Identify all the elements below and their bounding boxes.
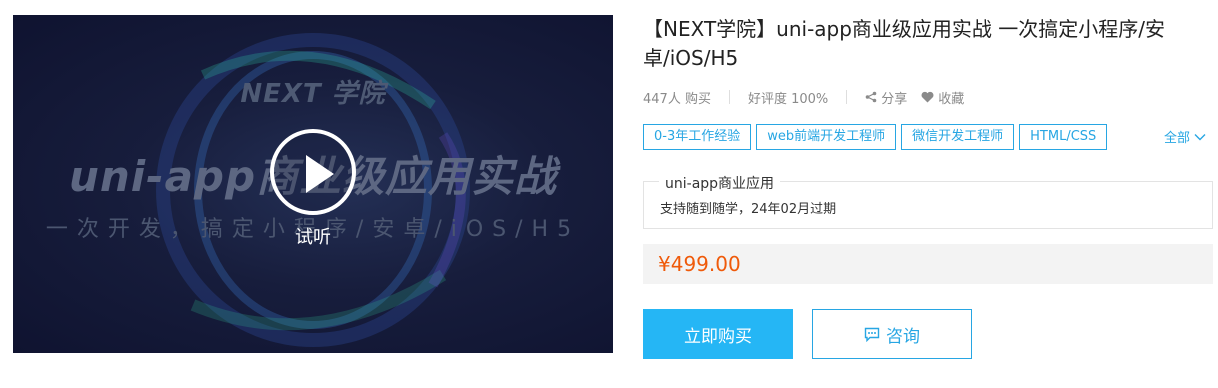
tag-list: 0-3年工作经验 web前端开发工程师 微信开发工程师 HTML/CSS	[643, 124, 1112, 151]
tag-web-frontend[interactable]: web前端开发工程师	[756, 124, 897, 150]
all-tags-label: 全部	[1164, 131, 1191, 146]
chevron-down-icon	[1194, 133, 1206, 140]
package-name: uni-app商业应用	[659, 173, 781, 193]
cover-brand: NEXT 学院	[240, 79, 386, 109]
rating: 好评度 100%	[747, 91, 829, 107]
consult-label: 咨询	[886, 326, 920, 347]
all-tags-toggle[interactable]: 全部	[1164, 127, 1206, 146]
course-title: 【NEXT学院】uni-app商业级应用实战 一次搞定小程序/安卓/iOS/H5	[643, 17, 1166, 70]
price-bar: ¥499.00	[643, 244, 1213, 284]
heart-icon	[921, 91, 934, 103]
play-icon	[306, 155, 334, 193]
price: ¥499.00	[658, 252, 741, 276]
meta-divider	[846, 90, 848, 104]
package-description: 支持随到随学，24年02月过期	[660, 202, 837, 217]
tag-experience[interactable]: 0-3年工作经验	[643, 124, 752, 150]
favorite-button[interactable]: 收藏	[921, 88, 964, 107]
course-video-cover[interactable]: NEXT 学院 uni-app商业级应用实战 一次开发，搞定小程序/安卓/iOS…	[13, 15, 613, 353]
share-icon	[865, 91, 877, 103]
tag-wechat-dev[interactable]: 微信开发工程师	[901, 124, 1015, 150]
tag-html-css[interactable]: HTML/CSS	[1019, 124, 1108, 150]
share-button[interactable]: 分享	[865, 88, 907, 107]
meta-divider	[728, 90, 730, 104]
favorite-label: 收藏	[938, 91, 965, 107]
play-button[interactable]	[270, 129, 356, 215]
consult-button[interactable]: 咨询	[812, 309, 972, 359]
course-meta: 447人 购买 好评度 100% 分享 收藏	[643, 87, 1203, 107]
package-option[interactable]: uni-app商业应用 支持随到随学，24年02月过期	[643, 173, 1213, 229]
buyer-count: 447人 购买	[643, 91, 711, 107]
buy-now-button[interactable]: 立即购买	[643, 309, 793, 359]
trial-label[interactable]: 试听	[283, 223, 343, 249]
share-label: 分享	[881, 91, 908, 107]
chat-icon	[864, 327, 880, 342]
